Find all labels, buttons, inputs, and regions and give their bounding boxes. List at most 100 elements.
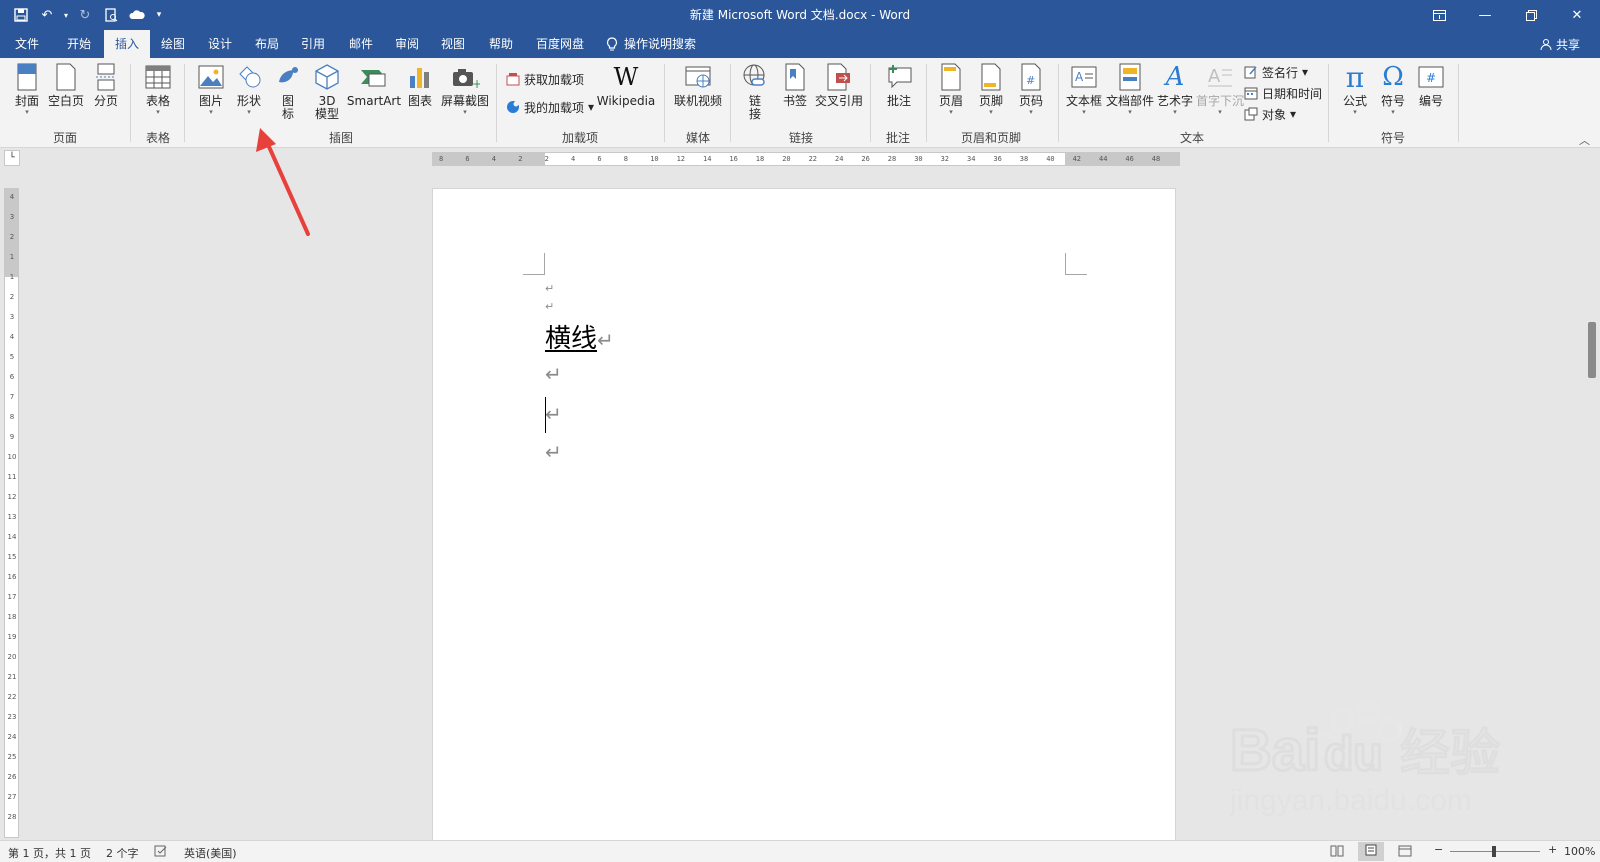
tab-review[interactable]: 审阅 <box>386 30 428 58</box>
page-number-button[interactable]: # 页码 ▾ <box>1016 62 1046 130</box>
bar-chart-icon <box>405 62 435 92</box>
object-button[interactable]: 对象 ▾ <box>1244 105 1296 123</box>
close-icon[interactable]: ✕ <box>1554 0 1600 30</box>
new-comment-button[interactable]: 批注 <box>882 62 916 130</box>
margin-corner-mark <box>1065 253 1087 275</box>
ruler-tick: 9 <box>9 433 15 441</box>
ruler-tick: 17 <box>7 593 17 601</box>
symbol-button[interactable]: Ω 符号 ▾ <box>1378 62 1408 130</box>
link-button[interactable]: 链 接 <box>740 62 770 130</box>
save-icon[interactable] <box>10 4 32 26</box>
document-heading[interactable]: 横线 ↵ <box>545 318 614 355</box>
minimize-icon[interactable]: — <box>1462 0 1508 30</box>
online-video-button[interactable]: 联机视频 <box>672 62 724 130</box>
tab-mailings[interactable]: 邮件 <box>338 30 384 58</box>
page-number-icon: # <box>1016 62 1046 92</box>
page-count[interactable]: 第 1 页，共 1 页 <box>8 845 91 861</box>
my-addins-button[interactable]: 我的加载项 ▾ <box>506 98 594 116</box>
pictures-button[interactable]: 图片 ▾ <box>196 62 226 130</box>
equation-button[interactable]: π 公式 ▾ <box>1340 62 1370 130</box>
tab-selector[interactable]: └ <box>4 150 20 166</box>
vertical-ruler[interactable]: 4 3 2 1 1 2 3 4 5 6 7 8 9 10 11 12 13 14 15 16 17 18 19 20 21 22 2… <box>4 188 19 838</box>
get-addins-button[interactable]: 获取加载项 <box>506 70 584 88</box>
document-page[interactable] <box>432 188 1176 848</box>
group-separator <box>664 64 665 142</box>
chevron-down-icon: ▾ <box>949 108 953 116</box>
collapse-ribbon-icon[interactable]: ︿ <box>1579 132 1590 148</box>
tab-insert[interactable]: 插入 <box>104 30 150 58</box>
group-separator <box>130 64 131 142</box>
smartart-button[interactable]: SmartArt <box>347 62 401 130</box>
zoom-out-icon[interactable]: − <box>1434 843 1443 856</box>
number-button[interactable]: # 编号 <box>1416 62 1446 130</box>
screenshot-button[interactable]: + 屏幕截图 ▾ <box>440 62 490 130</box>
wordart-button[interactable]: A 艺术字 ▾ <box>1156 62 1194 130</box>
page-break-button[interactable]: 分页 <box>92 62 120 130</box>
tab-file[interactable]: 文件 <box>6 30 48 58</box>
print-layout-icon[interactable] <box>1358 842 1384 861</box>
ribbon-tabs: 文件 开始 插入 绘图 设计 布局 引用 邮件 审阅 视图 帮助 百度网盘 操作… <box>0 30 1600 58</box>
chevron-down-icon: ▾ <box>1353 108 1357 116</box>
cover-page-button[interactable]: 封面 ▾ <box>12 62 42 130</box>
restore-icon[interactable] <box>1508 0 1554 30</box>
tab-design[interactable]: 设计 <box>199 30 241 58</box>
blank-page-button[interactable]: 空白页 <box>48 62 84 130</box>
chart-button[interactable]: 图表 <box>406 62 434 130</box>
language-indicator[interactable]: 英语(美国) <box>184 845 237 861</box>
quick-parts-button[interactable]: 文档部件 ▾ <box>1106 62 1154 130</box>
web-layout-icon[interactable] <box>1398 845 1412 860</box>
chevron-down-icon: ▾ <box>1173 108 1177 116</box>
footer-button[interactable]: 页脚 ▾ <box>976 62 1006 130</box>
customize-qat-icon[interactable]: ▾ <box>152 4 166 26</box>
signature-line-button[interactable]: 签名行 ▾ <box>1244 63 1308 81</box>
tab-references[interactable]: 引用 <box>292 30 334 58</box>
header-button[interactable]: 页眉 ▾ <box>936 62 966 130</box>
group-label-links: 链接 <box>788 131 813 145</box>
undo-dropdown-icon[interactable]: ▾ <box>62 4 70 26</box>
cross-reference-button[interactable]: 交叉引用 <box>814 62 864 130</box>
redo-icon[interactable]: ↻ <box>74 4 96 26</box>
tell-me-search[interactable]: 操作说明搜索 <box>606 30 696 58</box>
vertical-scrollbar-thumb[interactable] <box>1588 322 1596 378</box>
cloud-share-icon[interactable] <box>126 4 148 26</box>
wikipedia-button[interactable]: W Wikipedia <box>596 62 656 130</box>
text-box-button[interactable]: A 文本框 ▾ <box>1066 62 1102 130</box>
paragraph-mark: ↵ <box>597 328 614 352</box>
horizontal-ruler[interactable]: 8 6 4 2 2 4 6 8 10 12 14 16 18 20 22 24 26 28 30 32 34 36 38 40… <box>432 152 1180 166</box>
cover-page-icon <box>12 62 42 92</box>
tab-layout[interactable]: 布局 <box>246 30 288 58</box>
zoom-slider-thumb[interactable] <box>1492 846 1496 857</box>
icons-button[interactable]: 图 标 <box>274 62 302 130</box>
tab-home[interactable]: 开始 <box>56 30 102 58</box>
ruler-tick: 20 <box>782 155 791 163</box>
svg-text:#: # <box>1426 71 1436 85</box>
word-count[interactable]: 2 个字 <box>106 845 139 861</box>
ruler-tick: 16 <box>7 573 17 581</box>
tab-view[interactable]: 视图 <box>432 30 474 58</box>
paragraph-mark: ↵ <box>545 362 562 386</box>
status-bar: 第 1 页，共 1 页 2 个字 英语(美国) − + 100% <box>0 840 1600 862</box>
date-time-button[interactable]: 日期和时间 <box>1244 84 1322 102</box>
proofing-icon[interactable] <box>154 845 168 860</box>
3d-models-button[interactable]: 3D 模型 <box>312 62 342 130</box>
group-label-media: 媒体 <box>685 131 710 145</box>
tab-baidu-netdisk[interactable]: 百度网盘 <box>530 30 590 58</box>
drop-cap-button[interactable]: A 首字下沉 ▾ <box>1196 62 1244 130</box>
zoom-in-icon[interactable]: + <box>1548 843 1557 856</box>
footer-icon <box>976 62 1006 92</box>
ruler-tick: 6 <box>465 155 470 163</box>
read-mode-icon[interactable] <box>1330 845 1344 860</box>
ruler-tick: 8 <box>439 155 444 163</box>
table-button[interactable]: 表格 ▾ <box>142 62 174 130</box>
shapes-button[interactable]: 形状 ▾ <box>234 62 264 130</box>
ruler-tick: 13 <box>7 513 17 521</box>
ruler-tick: 15 <box>7 553 17 561</box>
bookmark-button[interactable]: 书签 <box>780 62 810 130</box>
tab-draw[interactable]: 绘图 <box>152 30 194 58</box>
print-preview-icon[interactable] <box>100 4 122 26</box>
tab-help[interactable]: 帮助 <box>478 30 524 58</box>
share-button[interactable]: 共享 <box>1540 30 1580 58</box>
ribbon-display-options-icon[interactable] <box>1416 0 1462 30</box>
undo-icon[interactable]: ↶ <box>36 4 58 26</box>
zoom-level[interactable]: 100% <box>1564 845 1595 858</box>
